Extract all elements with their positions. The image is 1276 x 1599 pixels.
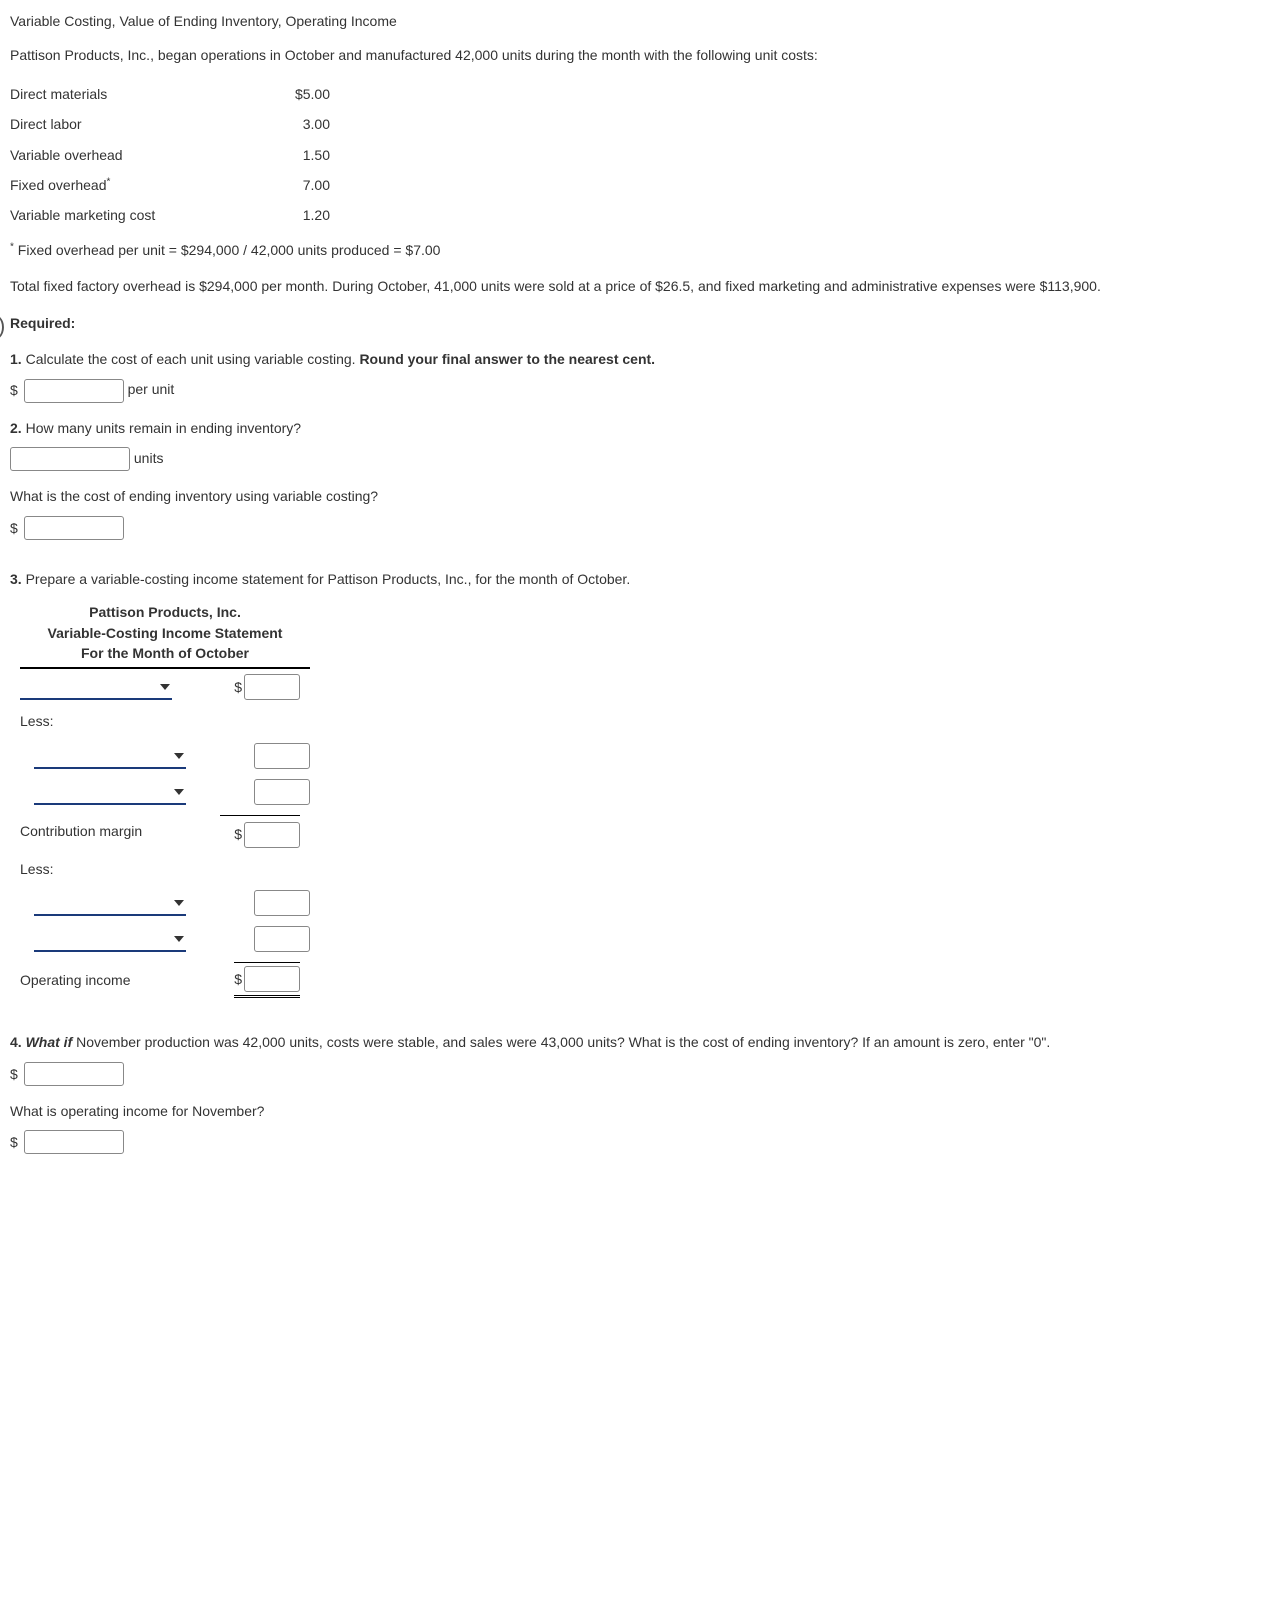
question-3: 3. Prepare a variable-costing income sta… — [10, 568, 1266, 590]
contribution-margin-label: Contribution margin — [20, 820, 220, 842]
page-title: Variable Costing, Value of Ending Invent… — [10, 10, 1266, 32]
statement-header: Pattison Products, Inc. Variable-Costing… — [20, 602, 310, 669]
chevron-down-icon — [174, 936, 184, 942]
dollar-sign: $ — [234, 823, 242, 845]
table-row: Fixed overhead*7.00 — [10, 170, 330, 200]
required-heading: ) Required: — [10, 312, 1266, 334]
stmt-less2-select[interactable] — [34, 781, 186, 805]
table-row: Variable marketing cost1.20 — [10, 200, 330, 230]
q2b-ending-inventory-input[interactable] — [24, 516, 124, 540]
intro-text: Pattison Products, Inc., began operation… — [10, 44, 1266, 66]
stmt-less4-select[interactable] — [34, 928, 186, 952]
question-2b: What is the cost of ending inventory usi… — [10, 485, 1266, 507]
stmt-less1-amount-input[interactable] — [254, 743, 310, 769]
dollar-sign: $ — [234, 676, 242, 698]
cost-label: Variable marketing cost — [10, 200, 270, 230]
cost-value: 3.00 — [270, 109, 330, 139]
q4-ending-inventory-input[interactable] — [24, 1062, 124, 1086]
cost-value: $5.00 — [270, 79, 330, 109]
income-statement: Pattison Products, Inc. Variable-Costing… — [20, 602, 310, 1003]
dollar-sign: $ — [10, 379, 18, 401]
chevron-down-icon — [174, 900, 184, 906]
cost-value: 1.20 — [270, 200, 330, 230]
less-label-2: Less: — [20, 858, 220, 880]
stmt-cm-amount-input[interactable] — [244, 822, 300, 848]
stmt-less1-select[interactable] — [34, 745, 186, 769]
footnote-marker: * — [107, 176, 111, 187]
chevron-down-icon — [174, 753, 184, 759]
question-1: 1. Calculate the cost of each unit using… — [10, 348, 1266, 370]
table-row: Variable overhead1.50 — [10, 140, 330, 170]
cost-label: Fixed overhead* — [10, 170, 270, 200]
stmt-less3-amount-input[interactable] — [254, 890, 310, 916]
stmt-line1-select[interactable] — [20, 676, 172, 700]
stmt-less4-amount-input[interactable] — [254, 926, 310, 952]
dollar-sign: $ — [10, 1063, 18, 1085]
q1-cost-per-unit-input[interactable] — [24, 379, 124, 403]
cost-label: Direct materials — [10, 79, 270, 109]
cost-value: 1.50 — [270, 140, 330, 170]
table-row: Direct materials$5.00 — [10, 79, 330, 109]
body-text: Total fixed factory overhead is $294,000… — [10, 275, 1266, 297]
paren-icon: ) — [0, 308, 5, 343]
dollar-sign: $ — [234, 968, 242, 990]
cost-value: 7.00 — [270, 170, 330, 200]
less-label: Less: — [20, 710, 220, 732]
dollar-sign: $ — [10, 1131, 18, 1153]
table-row: Direct labor3.00 — [10, 109, 330, 139]
cost-label: Variable overhead — [10, 140, 270, 170]
operating-income-label: Operating income — [20, 969, 220, 991]
q2-units-input[interactable] — [10, 447, 130, 471]
q2-unit-label: units — [134, 450, 164, 466]
q1-unit-label: per unit — [128, 381, 175, 397]
stmt-oi-amount-input[interactable] — [244, 966, 300, 992]
question-4: 4. What if November production was 42,00… — [10, 1031, 1266, 1053]
question-4b: What is operating income for November? — [10, 1100, 1266, 1122]
question-2: 2. How many units remain in ending inven… — [10, 417, 1266, 439]
dollar-sign: $ — [10, 517, 18, 539]
stmt-line1-amount-input[interactable] — [244, 674, 300, 700]
cost-label: Direct labor — [10, 109, 270, 139]
footnote-text: * Fixed overhead per unit = $294,000 / 4… — [10, 239, 1266, 261]
q4b-operating-income-input[interactable] — [24, 1130, 124, 1154]
stmt-less3-select[interactable] — [34, 892, 186, 916]
unit-cost-table: Direct materials$5.00 Direct labor3.00 V… — [10, 79, 330, 231]
chevron-down-icon — [160, 684, 170, 690]
stmt-less2-amount-input[interactable] — [254, 779, 310, 805]
chevron-down-icon — [174, 789, 184, 795]
